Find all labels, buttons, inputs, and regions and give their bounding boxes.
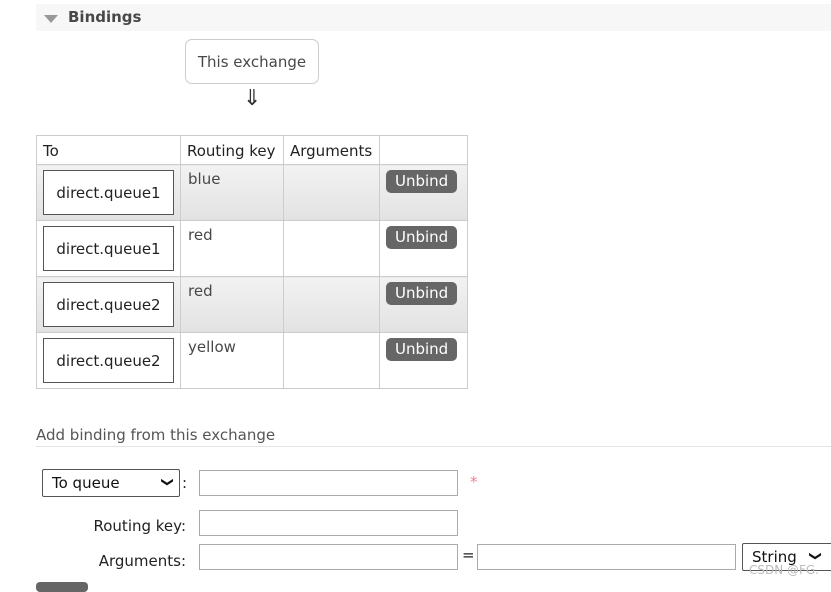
table-row: direct.queue1 blue Unbind xyxy=(36,164,468,221)
table-row: direct.queue1 red Unbind xyxy=(36,220,468,277)
routing-key: red xyxy=(188,282,213,300)
col-arguments: Arguments xyxy=(283,135,380,165)
table-row: direct.queue2 yellow Unbind xyxy=(36,332,468,389)
chevron-down-icon: ❯ xyxy=(808,550,823,562)
unbind-button[interactable]: Unbind xyxy=(386,338,458,361)
equals-sign: = xyxy=(462,546,475,564)
unbind-button[interactable]: Unbind xyxy=(386,282,458,305)
this-exchange-box: This exchange xyxy=(185,39,319,84)
unbind-button[interactable]: Unbind xyxy=(386,170,458,193)
section-title: Bindings xyxy=(68,8,142,26)
queue-link[interactable]: direct.queue1 xyxy=(43,226,174,271)
table-row: direct.queue2 red Unbind xyxy=(36,276,468,333)
bindings-table: To Routing key Arguments direct.queue1 b… xyxy=(36,135,468,389)
arguments xyxy=(283,164,380,221)
unbind-button[interactable]: Unbind xyxy=(386,226,458,249)
col-actions xyxy=(379,135,468,165)
down-arrow-icon: ⇓ xyxy=(243,86,262,111)
bind-button[interactable] xyxy=(36,582,88,592)
argument-value-input[interactable] xyxy=(477,544,736,570)
required-marker: * xyxy=(470,473,478,491)
routing-key: red xyxy=(188,226,213,244)
queue-link[interactable]: direct.queue1 xyxy=(43,170,174,215)
routing-key-input[interactable] xyxy=(199,510,458,536)
colon: : xyxy=(182,474,188,492)
col-to: To xyxy=(36,135,181,165)
arguments xyxy=(283,332,380,389)
triangle-down-icon xyxy=(44,15,58,23)
queue-link[interactable]: direct.queue2 xyxy=(43,282,174,327)
routing-key: blue xyxy=(188,170,221,188)
arguments-label: Arguments: xyxy=(98,552,186,570)
divider xyxy=(36,446,831,447)
arguments xyxy=(283,276,380,333)
routing-key-label: Routing key: xyxy=(93,517,187,535)
routing-key: yellow xyxy=(188,338,236,356)
chevron-down-icon: ❯ xyxy=(160,476,175,488)
bindings-section-header[interactable]: Bindings xyxy=(36,4,831,31)
add-binding-title: Add binding from this exchange xyxy=(36,426,276,444)
argument-key-input[interactable] xyxy=(199,544,458,570)
destination-input[interactable] xyxy=(199,470,458,496)
destination-type-value: To queue xyxy=(52,474,120,492)
destination-type-select[interactable]: To queue ❯ xyxy=(42,469,180,497)
arguments xyxy=(283,220,380,277)
queue-link[interactable]: direct.queue2 xyxy=(43,338,174,383)
col-routing-key: Routing key xyxy=(180,135,284,165)
watermark: CSDN @FG. xyxy=(748,563,819,577)
